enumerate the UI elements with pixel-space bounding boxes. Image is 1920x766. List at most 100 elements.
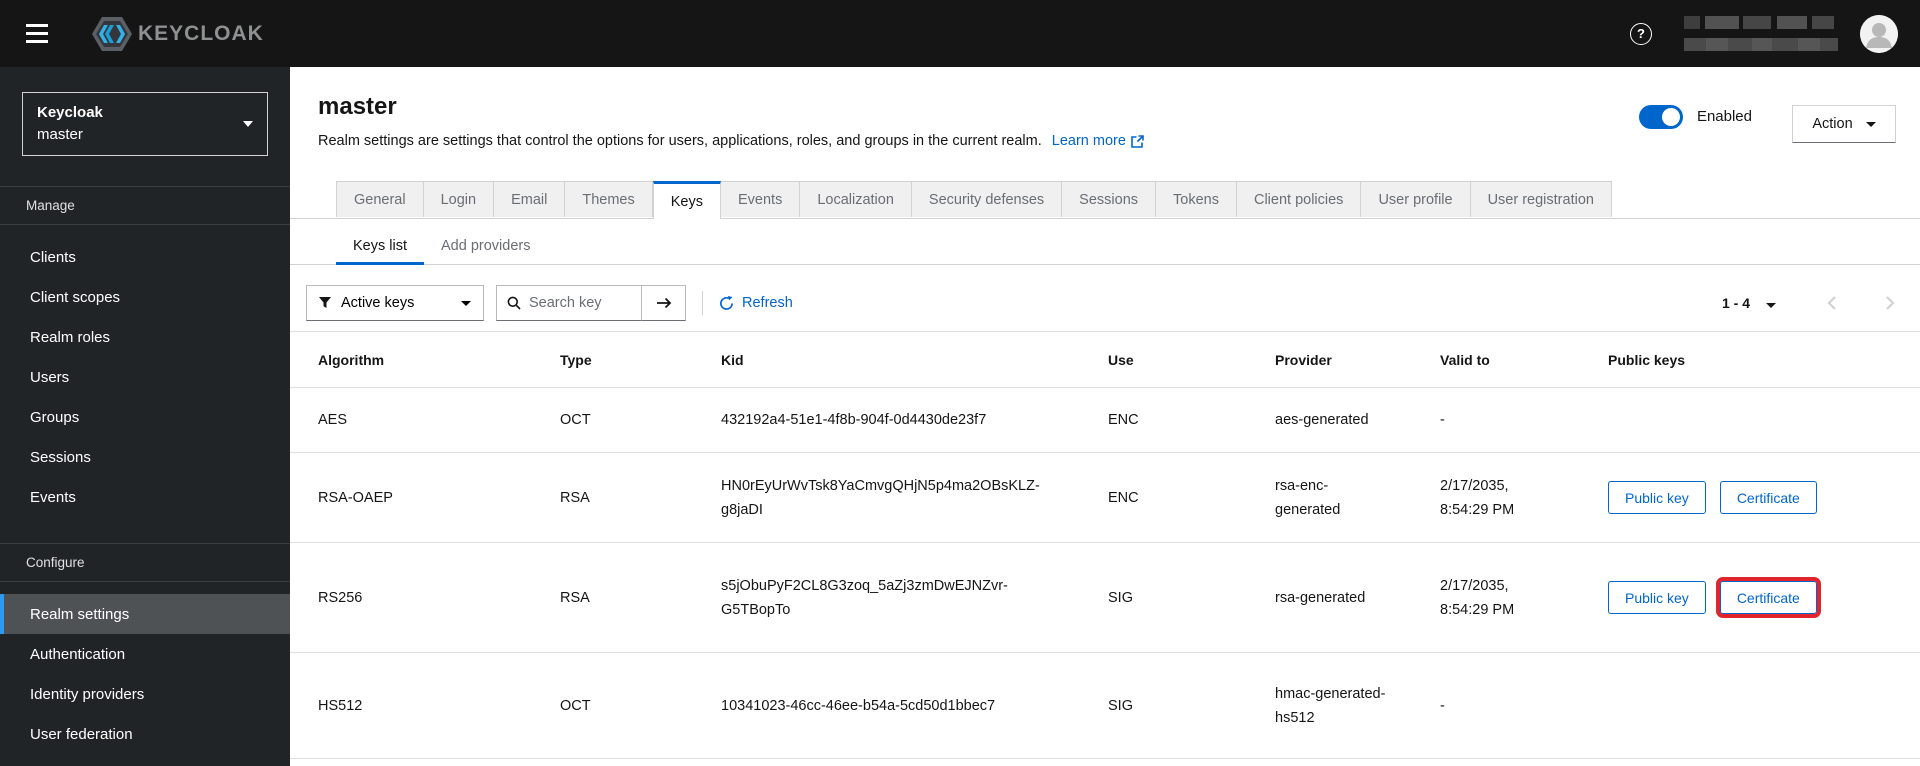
sidebar-item-users[interactable]: Users [0, 357, 290, 397]
table-row: RS256 RSA s5jObuPyF2CL8G3zoq_5aZj3zmDwEJ… [290, 543, 1920, 653]
sidebar-item-groups[interactable]: Groups [0, 397, 290, 437]
search-key-input[interactable] [529, 295, 631, 311]
cell-public-keys: Public key Certificate [1608, 577, 1920, 618]
page-title: master [318, 93, 397, 120]
subtab-keys-list[interactable]: Keys list [336, 229, 424, 265]
pagination-prev-button[interactable] [1826, 295, 1838, 311]
cell-provider: aes-generated [1275, 412, 1369, 428]
pagination-range: 1 - 4 [1721, 295, 1750, 311]
cell-public-keys: Public key Certificate [1608, 481, 1920, 514]
column-header-public-keys: Public keys [1608, 351, 1686, 368]
cell-valid-to: - [1440, 697, 1445, 714]
keycloak-logo-icon [92, 16, 132, 52]
question-icon: ? [1637, 26, 1645, 41]
sidebar-item-clients[interactable]: Clients [0, 237, 290, 277]
main-content: master Realm settings are settings that … [290, 67, 1920, 766]
cell-type: RSA [560, 489, 590, 506]
table-row: HS512 OCT 10341023-46cc-46ee-b54a-5cd50d… [290, 653, 1920, 759]
pagination-next-button[interactable] [1884, 295, 1896, 311]
arrow-right-icon [656, 296, 672, 310]
realm-selector-name: Keycloak [37, 104, 103, 121]
tab-client-policies[interactable]: Client policies [1236, 181, 1362, 217]
sidebar-item-user-federation[interactable]: User federation [0, 714, 290, 754]
tab-keys[interactable]: Keys [652, 181, 721, 219]
pagination-options-toggle[interactable] [1762, 292, 1780, 315]
sidebar-item-events[interactable]: Events [0, 477, 290, 517]
page-header: master Realm settings are settings that … [290, 67, 1920, 151]
keys-subtabs: Keys list Add providers [290, 229, 1920, 265]
sidebar-item-realm-roles[interactable]: Realm roles [0, 317, 290, 357]
filter-icon [319, 297, 331, 309]
column-header-provider: Provider [1275, 351, 1332, 368]
redacted-text-row [1684, 38, 1838, 51]
tab-user-registration[interactable]: User registration [1470, 181, 1612, 217]
sidebar-item-realm-settings[interactable]: Realm settings [0, 594, 290, 634]
tab-tokens[interactable]: Tokens [1156, 181, 1237, 217]
tab-email[interactable]: Email [494, 181, 566, 217]
avatar[interactable] [1860, 14, 1898, 53]
nav-section-title: Manage [0, 186, 290, 225]
cell-use: SIG [1108, 697, 1133, 714]
tab-security-defenses[interactable]: Security defenses [911, 181, 1063, 217]
hamburger-icon [26, 24, 48, 27]
tab-themes[interactable]: Themes [565, 181, 653, 217]
tab-user-profile[interactable]: User profile [1361, 181, 1471, 217]
tab-localization[interactable]: Localization [800, 181, 912, 217]
cell-algorithm: HS512 [318, 697, 363, 714]
tab-events[interactable]: Events [720, 181, 801, 217]
nav-section-title: Configure [0, 543, 290, 582]
certificate-button[interactable]: Certificate [1719, 481, 1817, 514]
sidebar-item-authentication[interactable]: Authentication [0, 634, 290, 674]
cell-valid-to: 2/17/2035, 8:54:29 PM [1440, 577, 1515, 618]
keycloak-logo[interactable]: KEYCLOAK [92, 16, 264, 52]
tab-general[interactable]: General [336, 181, 424, 217]
key-filter-dropdown[interactable]: Active keys [306, 285, 484, 321]
refresh-button[interactable]: Refresh [719, 295, 793, 311]
person-icon [1860, 14, 1898, 53]
cell-use: ENC [1108, 489, 1139, 506]
sidebar-item-identity-providers[interactable]: Identity providers [0, 674, 290, 714]
pagination: 1 - 4 [1722, 292, 1896, 315]
search-submit-button[interactable] [642, 285, 686, 321]
cell-algorithm: AES [318, 412, 348, 428]
cell-type: OCT [560, 412, 591, 428]
tab-sessions[interactable]: Sessions [1062, 181, 1157, 217]
tab-login[interactable]: Login [423, 181, 495, 217]
column-header-kid: Kid [721, 351, 744, 368]
realm-selector-realm: master [37, 126, 83, 143]
cell-valid-to: 2/17/2035, 8:54:29 PM [1440, 477, 1515, 518]
chevron-right-icon [1884, 296, 1896, 314]
nav-section-configure: Configure Realm settings Authentication … [0, 543, 290, 754]
page-description: Realm settings are settings that control… [318, 131, 1144, 151]
cell-algorithm: RS256 [318, 589, 363, 606]
subtab-add-providers[interactable]: Add providers [424, 229, 547, 264]
help-button[interactable]: ? [1630, 22, 1652, 45]
nav-toggle-button[interactable] [24, 20, 50, 47]
cell-algorithm: RSA-OAEP [318, 489, 393, 506]
sidebar-item-client-scopes[interactable]: Client scopes [0, 277, 290, 317]
public-key-button[interactable]: Public key [1608, 481, 1706, 514]
realm-selector[interactable]: Keycloak master [22, 92, 268, 156]
cell-kid: 432192a4-51e1-4f8b-904f-0d4430de23f7 [721, 412, 987, 428]
refresh-icon [719, 295, 734, 311]
nav-section-manage: Manage Clients Client scopes Realm roles… [0, 186, 290, 517]
cell-use: SIG [1108, 589, 1133, 606]
table-row: RSA-OAEP RSA HN0rEyUrWvTsk8YaCmvgQHjN5p4… [290, 453, 1920, 543]
cell-provider: rsa-generated [1275, 589, 1366, 606]
chevron-down-icon [243, 121, 253, 127]
search-group [496, 285, 686, 321]
cell-provider: rsa-enc-generated [1275, 477, 1341, 518]
sidebar-item-sessions[interactable]: Sessions [0, 437, 290, 477]
public-key-button[interactable]: Public key [1608, 581, 1706, 614]
enabled-toggle[interactable] [1638, 105, 1683, 129]
certificate-button-highlighted[interactable]: Certificate [1715, 577, 1821, 618]
table-row: AES OCT 432192a4-51e1-4f8b-904f-0d4430de… [290, 388, 1920, 453]
realm-settings-tabs: General Login Email Themes Keys Events L… [290, 181, 1920, 219]
cell-type: RSA [560, 589, 590, 606]
learn-more-link[interactable]: Learn more [1052, 131, 1144, 151]
header-actions: Enabled Action [1638, 93, 1896, 151]
column-header-valid-to: Valid to [1440, 351, 1490, 368]
cell-use: ENC [1108, 412, 1139, 428]
cell-provider: hmac-generated-hs512 [1275, 685, 1386, 726]
action-dropdown-button[interactable]: Action [1792, 105, 1896, 143]
